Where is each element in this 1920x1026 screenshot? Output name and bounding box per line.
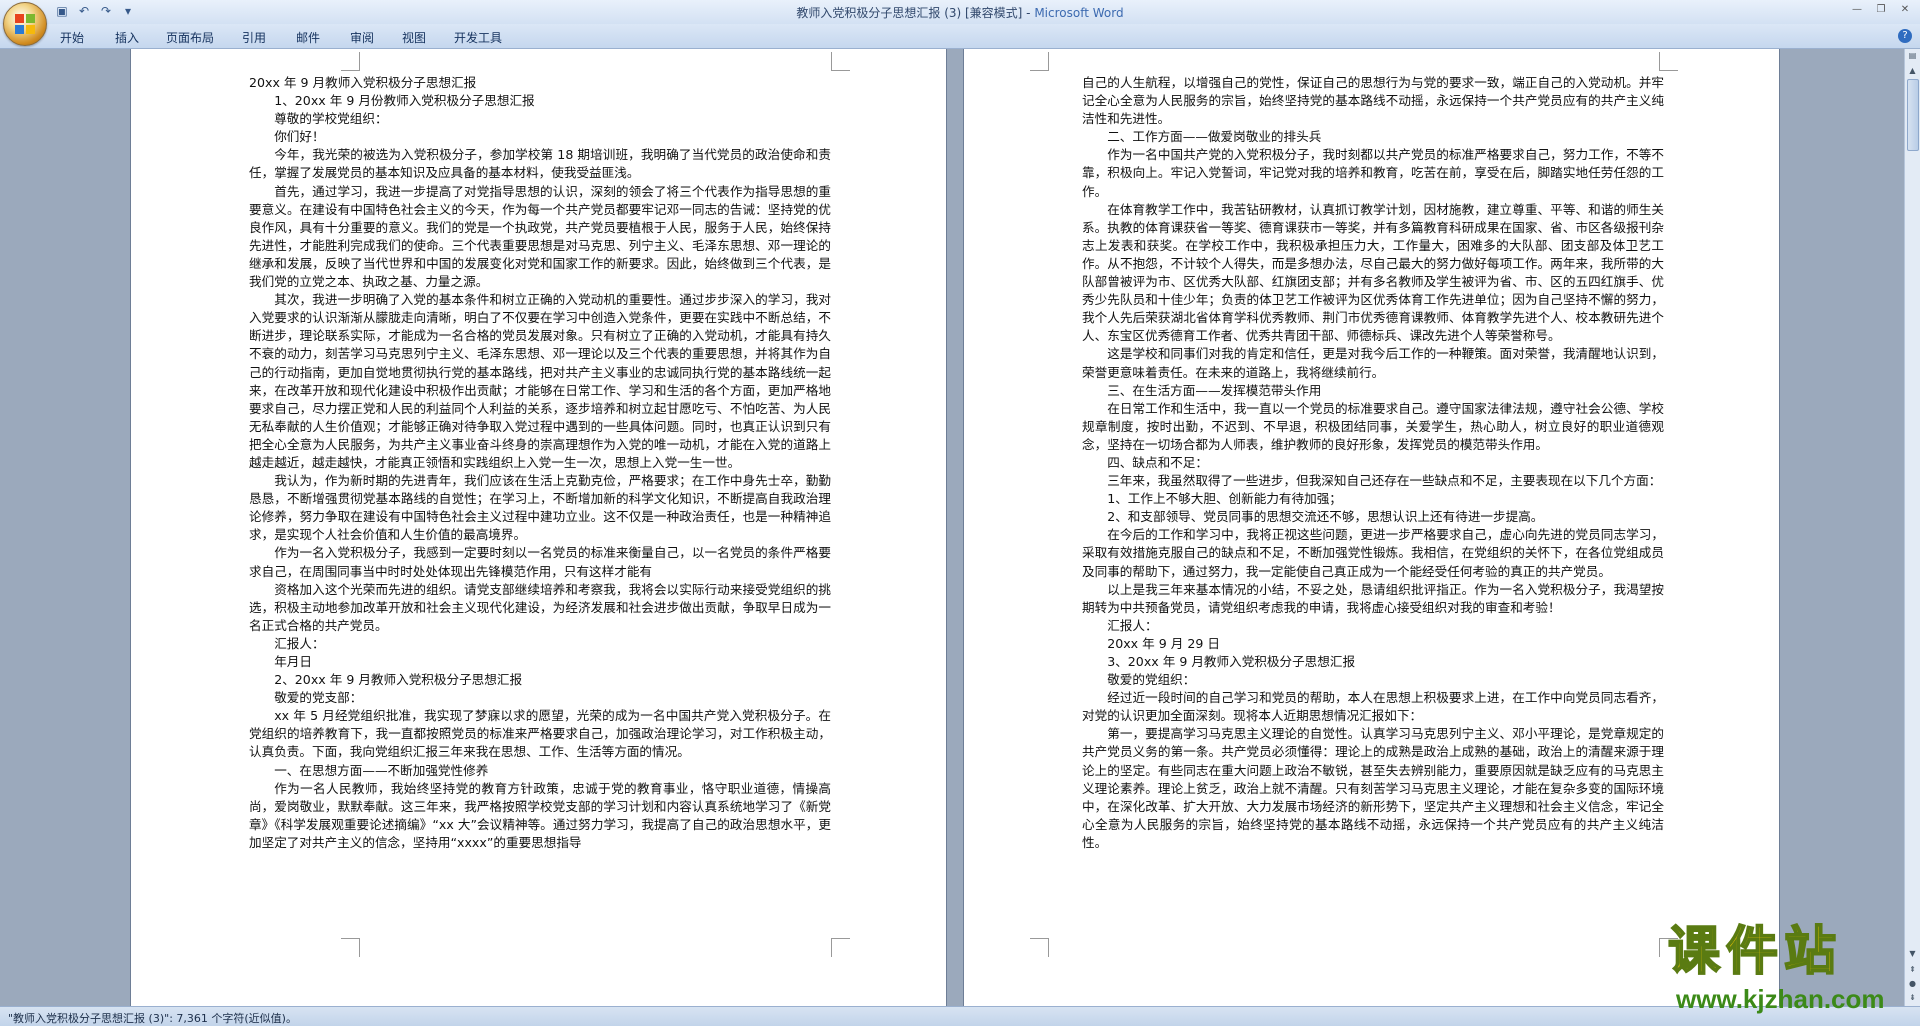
crop-mark [1030,938,1049,957]
paragraph: 尊敬的学校党组织： [274,111,388,127]
paragraph: 在日常工作和生活中，我一直以一个党员的标准要求自己。遵守国家法律法规，遵守社会公… [1082,400,1664,452]
tab-references[interactable]: 引用 [242,29,266,46]
crop-mark [831,938,850,957]
paragraph: 三、在生活方面——发挥模范带头作用 [1107,382,1322,398]
watermark-url: www.kjzhan.com [1676,984,1885,1014]
paragraph: 你们好！ [274,129,325,145]
office-logo-icon [15,14,35,34]
crop-mark [341,52,360,71]
paragraph: 作为一名中国共产党的入党积极分子，我时刻都以共产党员的标准严格要求自己，努力工作… [1082,147,1664,199]
paragraph: xx 年 5 月经党组织批准，我实现了梦寐以求的愿望，光荣的成为一名中国共产党入… [249,708,831,760]
close-icon[interactable]: ✕ [1894,2,1916,18]
paragraph: 3、20xx 年 9 月教师入党积极分子思想汇报 [1107,654,1356,669]
paragraph: 在今后的工作和学习中，我将正视这些问题，更进一步严格要求自己，虚心向先进的党员同… [1082,527,1664,579]
tab-home[interactable]: 开始 [60,29,84,46]
status-text: "教师入党积极分子思想汇报 (3)": 7,361 个字符(近似值)。 [8,1012,297,1025]
document-title: 教师入党积极分子思想汇报 (3) [兼容模式] - [796,6,1035,20]
paragraph: 敬爱的党组织： [1107,672,1196,688]
paragraph: 二、工作方面——做爱岗敬业的排头兵 [1107,129,1322,145]
office-button[interactable] [3,2,47,46]
paragraph: 作为一名入党积极分子，我感到一定要时刻以一名党员的标准来衡量自己，以一名党员的条… [249,545,831,579]
paragraph: 第一，要提高学习马克思主义理论的自觉性。认真学习马克思列宁主义、邓小平理论，是党… [1082,726,1664,850]
page-text[interactable]: 自己的人生航程，以增强自己的党性，保证自己的思想行为与党的要求一致，端正自己的入… [1082,74,1664,852]
page-left[interactable]: 20xx 年 9 月教师入党积极分子思想汇报 1、20xx 年 9 月份教师入党积… [130,49,947,1006]
paragraph: 汇报人： [1107,617,1158,633]
title-bar: ▣ ↶ ↷ ▾ 教师入党积极分子思想汇报 (3) [兼容模式] - Micros… [0,0,1920,46]
paragraph: 我认为，作为新时期的先进青年，我们应该在生活上克勤克俭，严格要求；在工作中身先士… [249,473,831,543]
paragraph: 今年，我光荣的被选为入党积极分子，参加学校第 18 期培训班，我明确了当代党员的… [249,147,831,181]
paragraph: 一、在思想方面——不断加强党性修养 [274,762,489,778]
crop-mark [341,938,360,957]
document-area: 20xx 年 9 月教师入党积极分子思想汇报 1、20xx 年 9 月份教师入党积… [0,49,1905,1006]
paragraph: 其次，我进一步明确了入党的基本条件和树立正确的入党动机的重要性。通过步步深入的学… [249,292,831,470]
help-icon[interactable]: ? [1898,29,1912,43]
watermark-logo: 课件站 www.kjzhan.com [1667,921,1913,1018]
crop-mark [1659,52,1678,71]
paragraph: 自己的人生航程，以增强自己的党性，保证自己的思想行为与党的要求一致，端正自己的入… [1082,75,1664,127]
vertical-scrollbar[interactable]: ▤ ▲ ▼ ⇞ ● ⇟ [1904,49,1920,1006]
paragraph: 作为一名人民教师，我始终坚持党的教育方针政策，忠诚于党的教育事业，恪守职业道德，… [249,780,831,850]
scroll-thumb[interactable] [1907,79,1919,151]
watermark-text: 课件站 [1667,921,1843,983]
paragraph: 三年来，我虽然取得了一些进步，但我深知自己还存在一些缺点和不足，主要表现在以下几… [1107,473,1662,489]
tab-insert[interactable]: 插入 [115,29,139,46]
paragraph: 20xx 年 9 月 29 日 [1107,635,1220,651]
minimize-icon[interactable]: — [1846,2,1868,18]
app-name: Microsoft Word [1034,6,1124,20]
tab-review[interactable]: 审阅 [350,29,374,46]
window-controls: — ❐ ✕ [1846,2,1916,18]
tab-mailings[interactable]: 邮件 [296,29,320,46]
paragraph: 汇报人： [274,635,325,651]
page-text[interactable]: 20xx 年 9 月教师入党积极分子思想汇报 1、20xx 年 9 月份教师入党积… [249,74,831,852]
paragraph: 经过近一段时间的自己学习和党员的帮助，本人在思想上积极要求上进，在工作中向党员同… [1082,690,1664,724]
paragraph: 以上是我三年来基本情况的小结，不妥之处，恳请组织批评指正。作为一名入党积极分子，… [1082,581,1664,615]
scroll-up-icon[interactable]: ▲ [1906,64,1919,78]
paragraph: 1、20xx 年 9 月份教师入党积极分子思想汇报 [274,93,535,109]
paragraph: 敬爱的党支部： [274,690,363,706]
paragraph: 这是学校和同事们对我的肯定和信任，更是对我今后工作的一种鞭策。面对荣誉，我清醒地… [1082,346,1664,380]
tab-page-layout[interactable]: 页面布局 [166,29,214,46]
tab-view[interactable]: 视图 [402,29,426,46]
paragraph: 2、和支部领导、党员同事的思想交流还不够，思想认识上还有待进一步提高。 [1107,509,1544,525]
crop-mark [1030,52,1049,71]
ribbon-tabs: 开始 插入 页面布局 引用 邮件 审阅 视图 开发工具 ? [0,24,1920,49]
window-title: 教师入党积极分子思想汇报 (3) [兼容模式] - Microsoft Word [0,4,1920,21]
paragraph: 四、缺点和不足： [1107,454,1208,470]
restore-icon[interactable]: ❐ [1870,2,1892,18]
paragraph: 首先，通过学习，我进一步提高了对党指导思想的认识，深刻的领会了将三个代表作为指导… [249,183,831,290]
paragraph: 年月日 [274,654,312,669]
paragraph: 1、工作上不够大胆、创新能力有待加强； [1107,491,1342,507]
paragraph: 在体育教学工作中，我苦钻研教材，认真抓订教学计划，因材施教，建立尊重、平等、和谐… [1082,201,1664,344]
paragraph: 资格加入这个光荣而先进的组织。请党支部继续培养和考察我，我将会以实际行动来接受党… [249,581,831,633]
tab-developer[interactable]: 开发工具 [454,29,502,46]
paragraph: 2、20xx 年 9 月教师入党积极分子思想汇报 [274,672,523,688]
paragraph: 20xx 年 9 月教师入党积极分子思想汇报 [249,75,477,90]
status-bar: "教师入党积极分子思想汇报 (3)": 7,361 个字符(近似值)。 [0,1006,1920,1026]
crop-mark [831,52,850,71]
page-right[interactable]: 自己的人生航程，以增强自己的党性，保证自己的思想行为与党的要求一致，端正自己的入… [963,49,1780,1006]
ruler-toggle-icon[interactable]: ▤ [1906,49,1919,63]
